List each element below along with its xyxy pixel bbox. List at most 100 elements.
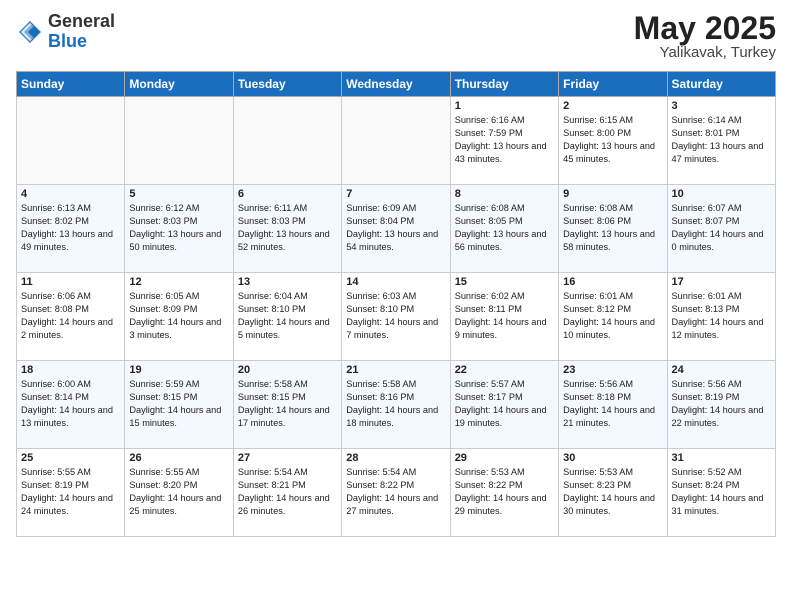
sunrise-text: Sunrise: 6:13 AM [21, 203, 91, 213]
day-info: Sunrise: 6:01 AMSunset: 8:12 PMDaylight:… [563, 290, 662, 342]
title-block: May 2025 Yalikavak, Turkey [634, 12, 776, 61]
daylight-text: Daylight: 14 hours and 25 minutes. [129, 493, 221, 516]
day-number: 16 [563, 276, 662, 288]
table-row: 30 Sunrise: 5:53 AMSunset: 8:23 PMDayligh… [559, 449, 667, 537]
calendar-week-row: 11Sunrise: 6:06 AMSunset: 8:08 PMDayligh… [17, 273, 776, 361]
sunrise-text: Sunrise: 5:54 AM [238, 467, 308, 477]
table-row: 4 Sunrise: 6:13 AMSunset: 8:02 PMDaylight… [17, 185, 125, 273]
table-row [125, 97, 233, 185]
table-row: 7 Sunrise: 6:09 AMSunset: 8:04 PMDaylight… [342, 185, 450, 273]
sunrise-text: Sunrise: 6:08 AM [455, 203, 525, 213]
day-number: 30 [563, 452, 662, 464]
calendar-table: Sunday Monday Tuesday Wednesday Thursday… [16, 71, 776, 537]
table-row: 25Sunrise: 5:55 AMSunset: 8:19 PMDayligh… [17, 449, 125, 537]
daylight-text: Daylight: 14 hours and 3 minutes. [129, 317, 221, 340]
sunrise-text: Sunrise: 6:07 AM [672, 203, 742, 213]
sunrise-text: Sunrise: 5:53 AM [455, 467, 525, 477]
day-info: Sunrise: 5:53 AMSunset: 8:23 PMDaylight:… [563, 466, 662, 518]
day-info: Sunrise: 5:56 AMSunset: 8:18 PMDaylight:… [563, 378, 662, 430]
logo: General Blue [16, 12, 115, 52]
sunrise-text: Sunrise: 5:56 AM [672, 379, 742, 389]
day-info: Sunrise: 6:09 AMSunset: 8:04 PMDaylight:… [346, 202, 445, 254]
sunrise-text: Sunrise: 5:57 AM [455, 379, 525, 389]
daylight-text: Daylight: 14 hours and 31 minutes. [672, 493, 764, 516]
daylight-text: Daylight: 14 hours and 27 minutes. [346, 493, 438, 516]
day-info: Sunrise: 6:08 AMSunset: 8:06 PMDaylight:… [563, 202, 662, 254]
daylight-text: Daylight: 14 hours and 9 minutes. [455, 317, 547, 340]
logo-general-text: General [48, 11, 115, 31]
table-row: 24 Sunrise: 5:56 AMSunset: 8:19 PMDayligh… [667, 361, 775, 449]
sunrise-text: Sunrise: 6:04 AM [238, 291, 308, 301]
day-number: 29 [455, 452, 554, 464]
day-number: 5 [129, 188, 228, 200]
daylight-text: Daylight: 14 hours and 13 minutes. [21, 405, 113, 428]
sunset-text: Sunset: 8:19 PM [21, 480, 89, 490]
page: General Blue May 2025 Yalikavak, Turkey … [0, 0, 792, 612]
sunrise-text: Sunrise: 5:59 AM [129, 379, 199, 389]
calendar-week-row: 18Sunrise: 6:00 AMSunset: 8:14 PMDayligh… [17, 361, 776, 449]
sunset-text: Sunset: 7:59 PM [455, 128, 523, 138]
day-number: 24 [672, 364, 771, 376]
sunrise-text: Sunrise: 6:03 AM [346, 291, 416, 301]
day-number: 15 [455, 276, 554, 288]
title-month: May 2025 [634, 12, 776, 44]
day-number: 7 [346, 188, 445, 200]
day-info: Sunrise: 5:52 AMSunset: 8:24 PMDaylight:… [672, 466, 771, 518]
daylight-text: Daylight: 14 hours and 17 minutes. [238, 405, 330, 428]
daylight-text: Daylight: 14 hours and 21 minutes. [563, 405, 655, 428]
table-row: 22Sunrise: 5:57 AMSunset: 8:17 PMDayligh… [450, 361, 558, 449]
daylight-text: Daylight: 13 hours and 54 minutes. [346, 229, 438, 252]
daylight-text: Daylight: 14 hours and 10 minutes. [563, 317, 655, 340]
title-location: Yalikavak, Turkey [634, 44, 776, 61]
daylight-text: Daylight: 13 hours and 49 minutes. [21, 229, 113, 252]
sunrise-text: Sunrise: 5:54 AM [346, 467, 416, 477]
logo-text: General Blue [48, 12, 115, 52]
day-info: Sunrise: 6:08 AMSunset: 8:05 PMDaylight:… [455, 202, 554, 254]
day-number: 4 [21, 188, 120, 200]
day-info: Sunrise: 6:01 AMSunset: 8:13 PMDaylight:… [672, 290, 771, 342]
sunset-text: Sunset: 8:10 PM [238, 304, 306, 314]
sunrise-text: Sunrise: 6:08 AM [563, 203, 633, 213]
sunrise-text: Sunrise: 5:53 AM [563, 467, 633, 477]
day-info: Sunrise: 5:53 AMSunset: 8:22 PMDaylight:… [455, 466, 554, 518]
table-row: 5Sunrise: 6:12 AMSunset: 8:03 PMDaylight… [125, 185, 233, 273]
sunset-text: Sunset: 8:18 PM [563, 392, 631, 402]
day-info: Sunrise: 5:54 AMSunset: 8:21 PMDaylight:… [238, 466, 337, 518]
day-info: Sunrise: 6:13 AMSunset: 8:02 PMDaylight:… [21, 202, 120, 254]
col-sunday: Sunday [17, 72, 125, 97]
sunset-text: Sunset: 8:09 PM [129, 304, 197, 314]
day-info: Sunrise: 6:02 AMSunset: 8:11 PMDaylight:… [455, 290, 554, 342]
day-info: Sunrise: 6:00 AMSunset: 8:14 PMDaylight:… [21, 378, 120, 430]
day-number: 27 [238, 452, 337, 464]
daylight-text: Daylight: 14 hours and 5 minutes. [238, 317, 330, 340]
sunset-text: Sunset: 8:10 PM [346, 304, 414, 314]
day-info: Sunrise: 6:15 AMSunset: 8:00 PMDaylight:… [563, 114, 662, 166]
table-row: 9Sunrise: 6:08 AMSunset: 8:06 PMDaylight… [559, 185, 667, 273]
sunrise-text: Sunrise: 5:58 AM [238, 379, 308, 389]
day-info: Sunrise: 5:58 AMSunset: 8:16 PMDaylight:… [346, 378, 445, 430]
daylight-text: Daylight: 14 hours and 0 minutes. [672, 229, 764, 252]
table-row: 3Sunrise: 6:14 AMSunset: 8:01 PMDaylight… [667, 97, 775, 185]
sunset-text: Sunset: 8:22 PM [455, 480, 523, 490]
day-number: 17 [672, 276, 771, 288]
sunrise-text: Sunrise: 6:15 AM [563, 115, 633, 125]
table-row [17, 97, 125, 185]
calendar-week-row: 4 Sunrise: 6:13 AMSunset: 8:02 PMDaylight… [17, 185, 776, 273]
day-number: 12 [129, 276, 228, 288]
sunrise-text: Sunrise: 6:01 AM [563, 291, 633, 301]
table-row: 8Sunrise: 6:08 AMSunset: 8:05 PMDaylight… [450, 185, 558, 273]
table-row: 18Sunrise: 6:00 AMSunset: 8:14 PMDayligh… [17, 361, 125, 449]
sunrise-text: Sunrise: 5:58 AM [346, 379, 416, 389]
table-row: 27 Sunrise: 5:54 AMSunset: 8:21 PMDayligh… [233, 449, 341, 537]
table-row: 26Sunrise: 5:55 AMSunset: 8:20 PMDayligh… [125, 449, 233, 537]
table-row: 11Sunrise: 6:06 AMSunset: 8:08 PMDayligh… [17, 273, 125, 361]
daylight-text: Daylight: 14 hours and 22 minutes. [672, 405, 764, 428]
day-info: Sunrise: 5:56 AMSunset: 8:19 PMDaylight:… [672, 378, 771, 430]
day-number: 11 [21, 276, 120, 288]
day-number: 6 [238, 188, 337, 200]
day-number: 19 [129, 364, 228, 376]
daylight-text: Daylight: 13 hours and 52 minutes. [238, 229, 330, 252]
day-number: 13 [238, 276, 337, 288]
col-monday: Monday [125, 72, 233, 97]
sunrise-text: Sunrise: 6:14 AM [672, 115, 742, 125]
